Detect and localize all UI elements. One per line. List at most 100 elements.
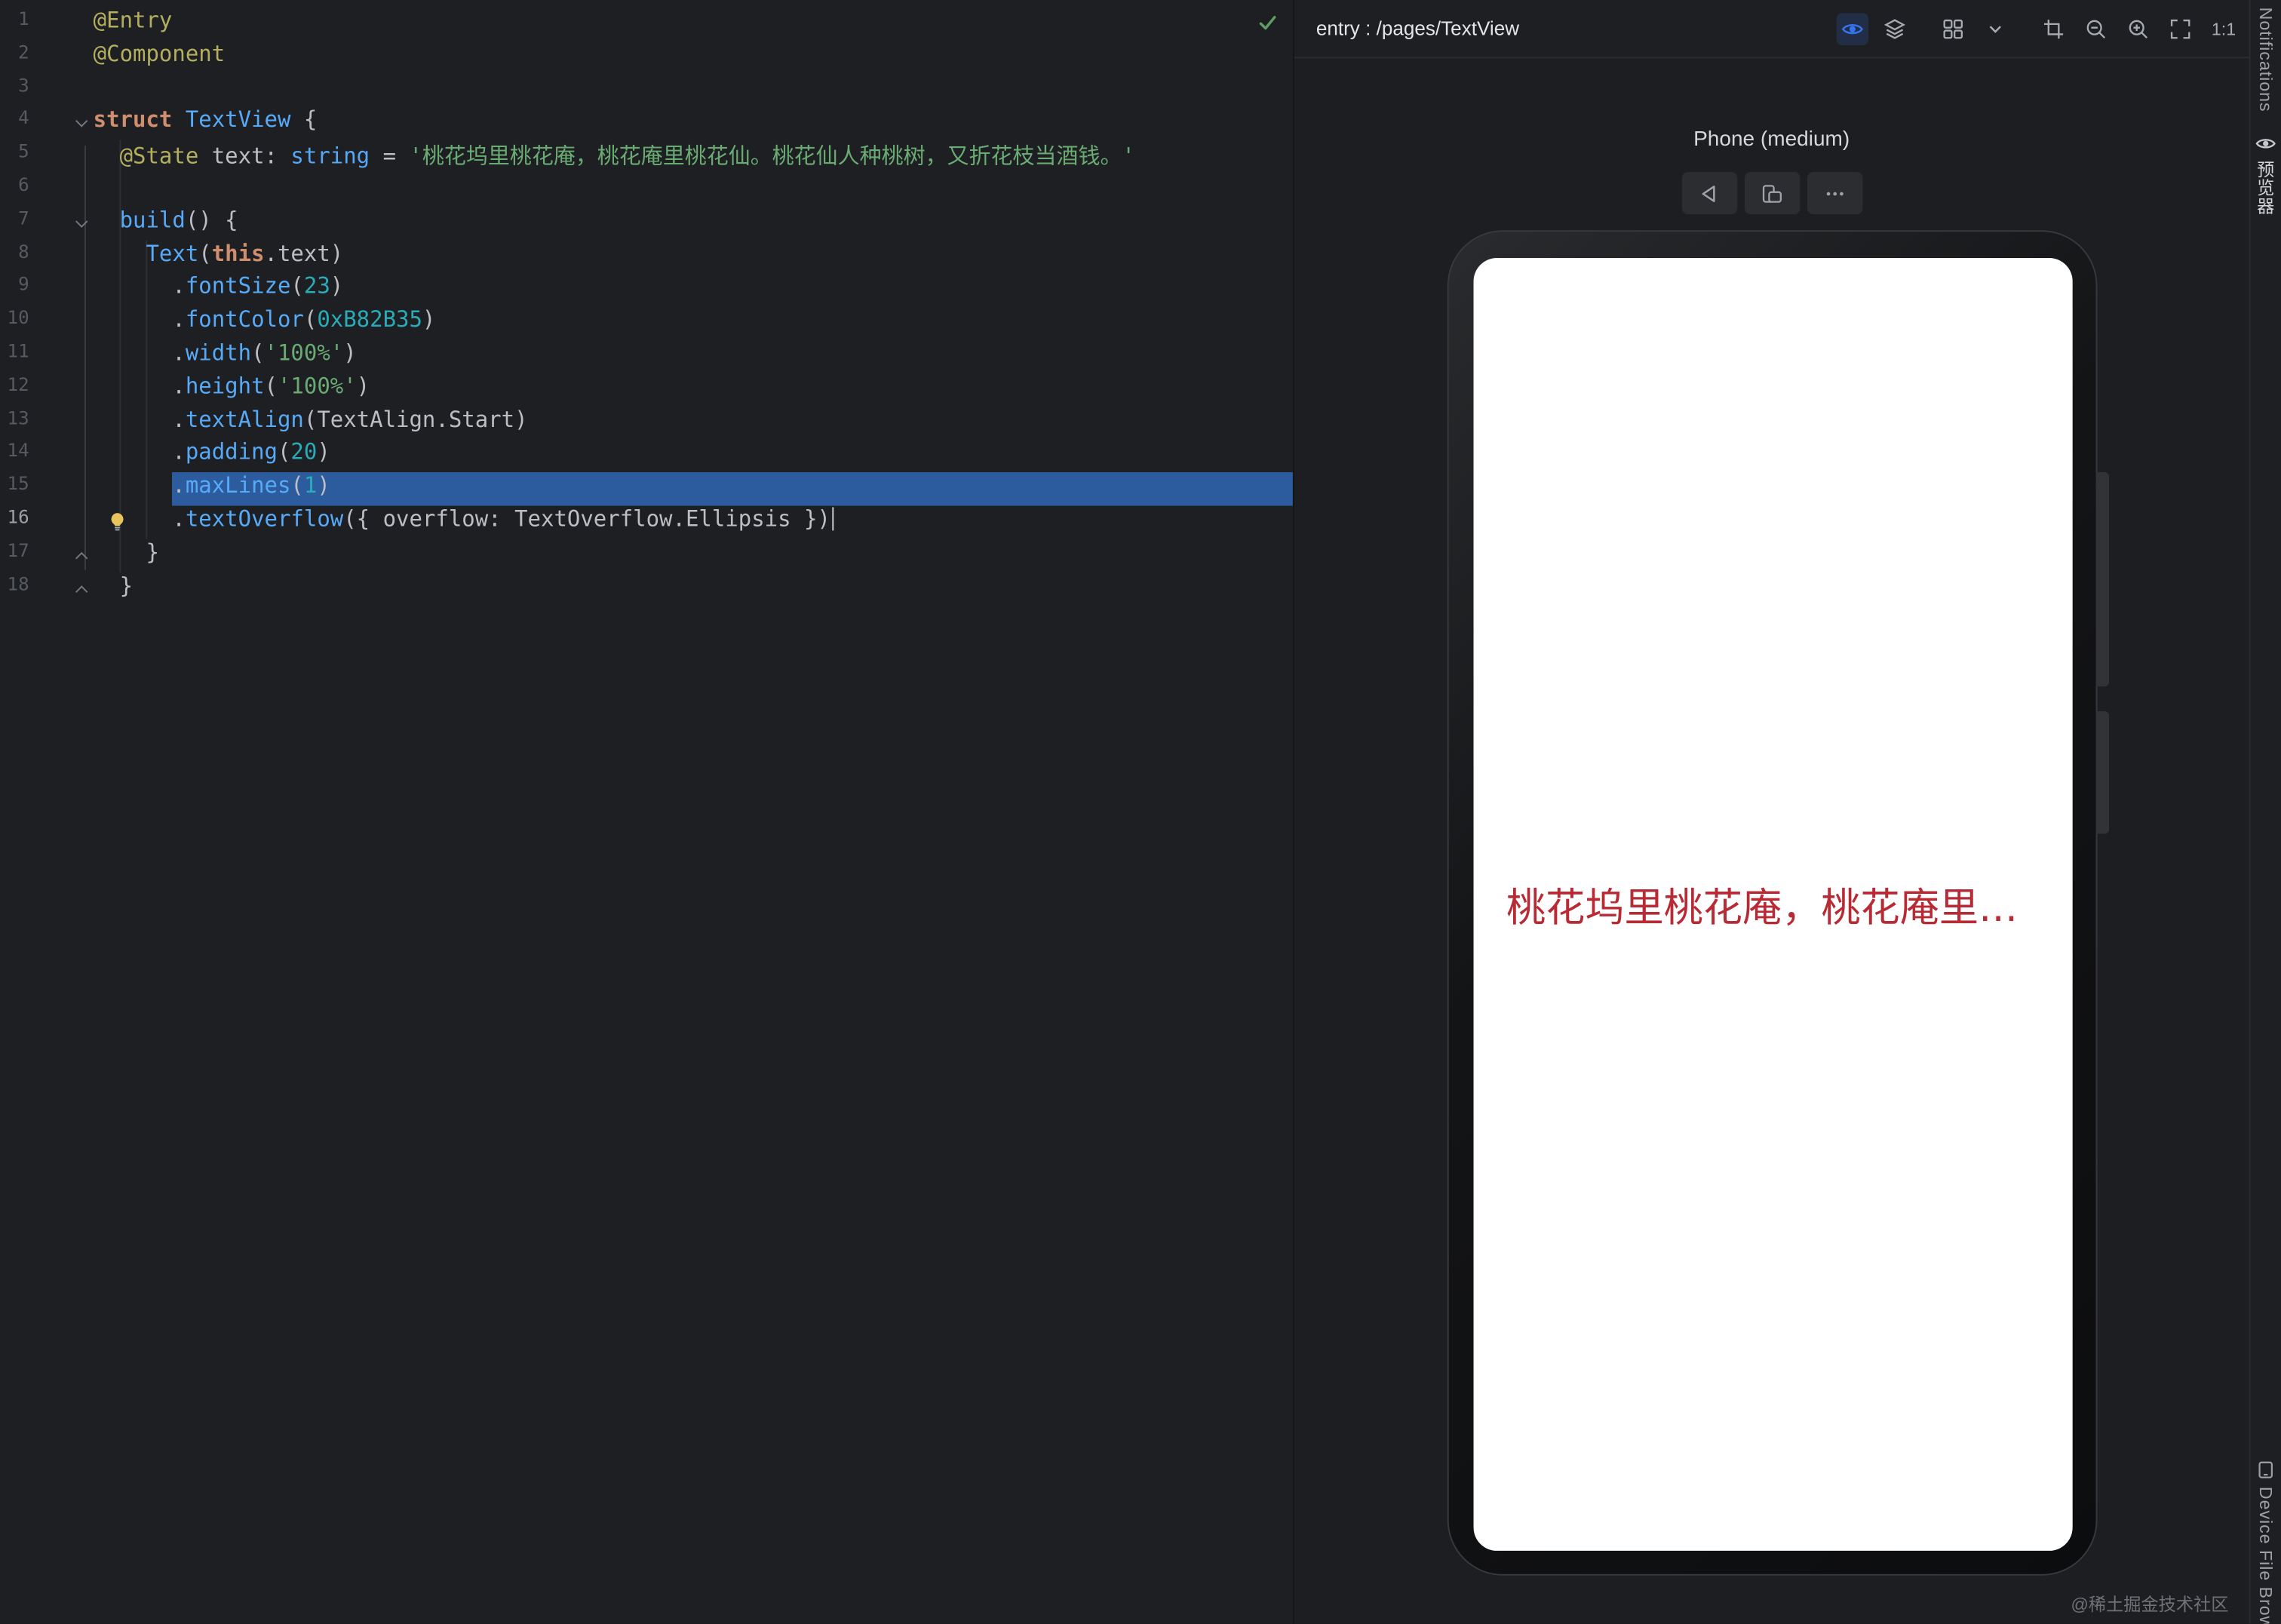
code-line[interactable]: 2 @Component <box>0 41 1293 74</box>
line-number: 7 <box>18 206 29 229</box>
fold-down-icon[interactable] <box>75 115 88 128</box>
code-token: TextAlign.Start <box>317 406 515 433</box>
code-token: string <box>290 143 370 170</box>
gutter-fold-column <box>38 505 93 539</box>
line-number: 10 <box>7 306 29 329</box>
code-line[interactable]: 17 } <box>0 539 1293 572</box>
code-token: 20 <box>290 439 318 466</box>
code-text: .width('100%') <box>94 339 1293 373</box>
code-token: this <box>211 240 265 266</box>
code-token: ) <box>317 472 330 499</box>
code-line[interactable]: 15 .maxLines(1) <box>0 472 1293 506</box>
code-line[interactable]: 13 .textAlign(TextAlign.Start) <box>0 406 1293 439</box>
gutter-fold-column <box>38 107 93 140</box>
rotate-device-button[interactable] <box>1743 172 1800 215</box>
line-number: 5 <box>18 140 29 162</box>
code-lines: 1 @Entry 2 @Component 3 4 struct TextView {5 @… <box>0 8 1293 606</box>
layers-button[interactable] <box>1879 12 1911 45</box>
fold-up-icon[interactable] <box>75 585 88 597</box>
orientation-button[interactable] <box>1681 172 1737 215</box>
frame-button[interactable] <box>2038 12 2071 45</box>
code-line[interactable]: 12 .height('100%') <box>0 373 1293 406</box>
previewer-header: entry : /pages/TextView 1:1 <box>1294 0 2249 59</box>
code-text: .fontSize(23) <box>94 273 1293 306</box>
code-tokens: @Component <box>94 41 226 67</box>
preview-page-title: entry : /pages/TextView <box>1315 17 1520 40</box>
code-text: @Component <box>94 41 1293 74</box>
code-editor[interactable]: 1 @Entry 2 @Component 3 4 struct TextView {5 @… <box>0 0 1294 1624</box>
code-text: .textOverflow({ overflow: TextOverflow.E… <box>94 505 1293 539</box>
line-number: 18 <box>7 572 29 594</box>
line-number: 15 <box>7 472 29 495</box>
code-line[interactable]: 3 <box>0 74 1293 107</box>
device-icon <box>2255 1459 2276 1481</box>
code-token: ( <box>264 373 278 399</box>
code-line[interactable]: 6 <box>0 173 1293 207</box>
tab-notifications[interactable]: Notifications <box>2255 8 2276 112</box>
code-token: ( <box>277 439 291 466</box>
code-line[interactable]: 5 @State text: string = '桃花坞里桃花庵，桃花庵里桃花仙… <box>0 140 1293 173</box>
zoom-in-button[interactable] <box>2123 12 2155 45</box>
code-line[interactable]: 16 .textOverflow({ overflow: TextOverflo… <box>0 505 1293 539</box>
previewer-toolbar: 1:1 <box>1837 12 2236 45</box>
code-line[interactable]: 4 struct TextView { <box>0 107 1293 140</box>
code-token: . <box>172 339 186 366</box>
chevron-down-icon[interactable] <box>1980 12 2012 45</box>
code-token: '100%' <box>277 373 357 399</box>
line-number: 6 <box>18 173 29 195</box>
tool-window-strip: Notifications 预览器 Device File Brow <box>2249 0 2281 1624</box>
code-token: ( <box>198 240 212 266</box>
more-options-button[interactable] <box>1807 172 1862 215</box>
tab-previewer[interactable]: 预览器 <box>2253 133 2278 215</box>
code-tokens: .padding(20) <box>94 439 330 465</box>
fold-up-icon[interactable] <box>75 551 88 564</box>
code-token: . <box>172 439 186 466</box>
deveco-studio-window: 1 @Entry 2 @Component 3 4 struct TextView {5 @… <box>0 0 2281 1624</box>
gutter-fold-column <box>38 240 93 273</box>
zoom-ratio-label[interactable]: 1:1 <box>2212 18 2236 38</box>
device-label: Phone (medium) <box>1693 128 1850 152</box>
code-line[interactable]: 8 Text(this.text) <box>0 240 1293 273</box>
previewer-panel: entry : /pages/TextView 1:1 Phone (mediu… <box>1294 0 2249 1624</box>
notifications-label: Notifications <box>2255 7 2276 112</box>
code-token: } <box>146 539 159 566</box>
fold-down-icon[interactable] <box>75 215 88 228</box>
code-tokens: } <box>94 539 159 566</box>
code-line[interactable]: 1 @Entry <box>0 8 1293 41</box>
code-token: ) <box>356 373 370 399</box>
code-tokens: build() { <box>94 207 238 233</box>
gutter-fold-column <box>38 439 93 472</box>
code-line[interactable]: 11 .width('100%') <box>0 339 1293 373</box>
code-text: } <box>94 539 1293 572</box>
highlight-eye-button[interactable] <box>1837 12 1869 45</box>
gutter-fold-column <box>38 207 93 240</box>
code-line[interactable]: 18 } <box>0 573 1293 606</box>
zoom-out-button[interactable] <box>2080 12 2113 45</box>
line-number: 13 <box>7 406 29 428</box>
code-token: height <box>185 373 265 399</box>
inspections-passed-icon[interactable] <box>1257 11 1279 33</box>
grid-view-button[interactable] <box>1938 12 1970 45</box>
code-token: Text <box>146 240 199 266</box>
tab-device-file-browser[interactable]: Device File Brow <box>2255 1459 2276 1624</box>
gutter-fold-column <box>38 339 93 373</box>
fit-screen-button[interactable] <box>2165 12 2197 45</box>
code-line[interactable]: 7 build() { <box>0 207 1293 240</box>
phone-screen[interactable]: 桃花坞里桃花庵，桃花庵里… <box>1472 258 2072 1551</box>
code-line[interactable]: 10 .fontColor(0xB82B35) <box>0 306 1293 339</box>
line-number: 14 <box>7 439 29 462</box>
code-tokens: .height('100%') <box>94 373 370 399</box>
code-line[interactable]: 14 .padding(20) <box>0 439 1293 472</box>
code-token: . <box>172 306 186 333</box>
gutter-fold-column <box>38 8 93 41</box>
code-line[interactable]: 9 .fontSize(23) <box>0 273 1293 306</box>
code-text: build() { <box>94 207 1293 240</box>
